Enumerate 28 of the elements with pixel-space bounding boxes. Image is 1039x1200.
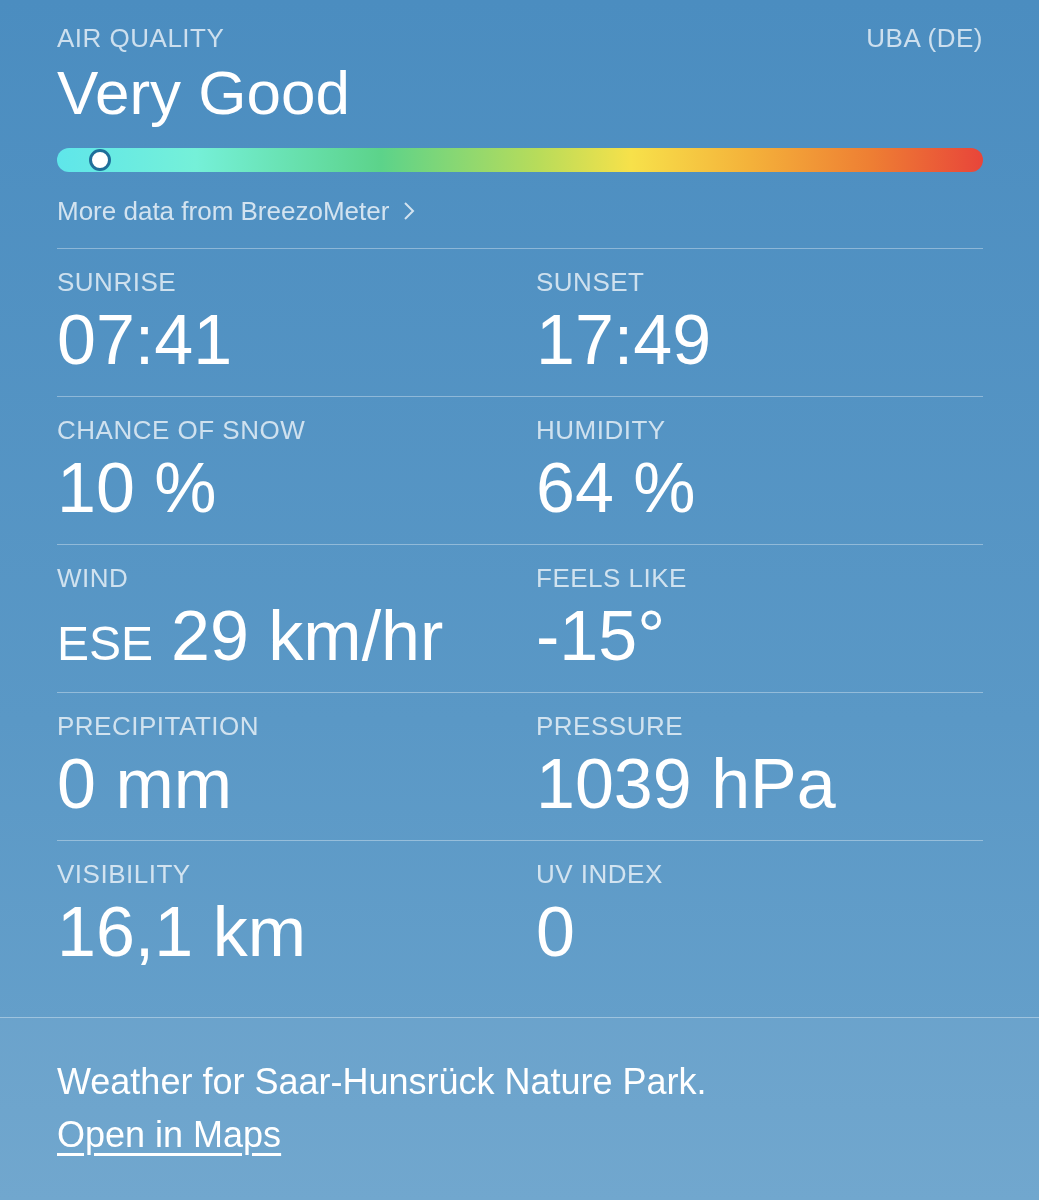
detail-label: WIND — [57, 562, 130, 594]
detail-label: CHANCE OF SNOW — [57, 414, 307, 446]
detail-label: UV INDEX — [536, 858, 664, 890]
detail-value: 29 km/hr — [171, 596, 444, 677]
wind-direction: ESE — [57, 616, 154, 672]
detail-value: 1039 hPa — [536, 744, 837, 825]
more-data-link[interactable]: More data from BreezoMeter — [57, 194, 416, 248]
detail-label: SUNSET — [536, 266, 646, 298]
detail-label: SUNRISE — [57, 266, 178, 298]
detail-value: 0 mm — [57, 744, 233, 825]
location-note: Weather for Saar-Hunsrück Nature Park. — [57, 1060, 708, 1104]
air-quality-value: Very Good — [57, 57, 351, 129]
detail-value: 10 % — [57, 448, 218, 529]
detail-label: PRESSURE — [536, 710, 685, 742]
detail-label: VISIBILITY — [57, 858, 192, 890]
detail-label: HUMIDITY — [536, 414, 667, 446]
chevron-right-icon — [403, 201, 416, 221]
air-quality-source: UBA (DE) — [866, 22, 983, 54]
detail-value: 0 — [536, 892, 576, 973]
detail-value: 16,1 km — [57, 892, 307, 973]
detail-value: 17:49 — [536, 300, 713, 381]
detail-value: 07:41 — [57, 300, 234, 381]
air-quality-label: AIR QUALITY — [57, 22, 225, 54]
open-in-maps-link[interactable]: Open in Maps — [57, 1114, 282, 1155]
detail-value: -15° — [536, 596, 667, 677]
detail-label: PRECIPITATION — [57, 710, 260, 742]
detail-label: FEELS LIKE — [536, 562, 688, 594]
detail-value: 64 % — [536, 448, 697, 529]
